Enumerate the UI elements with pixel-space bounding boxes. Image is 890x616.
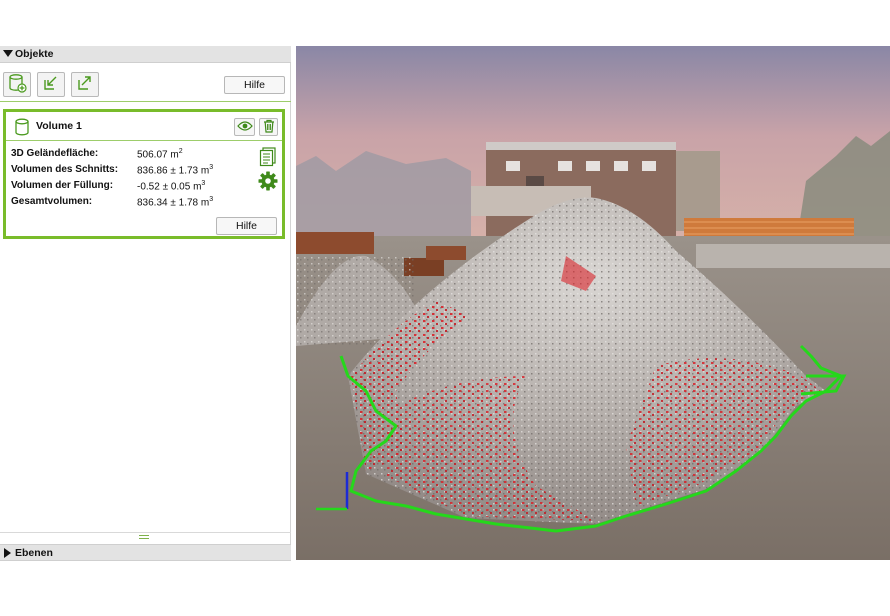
volume-metrics: 3D Geländefläche: 506.07 m2 Volumen des …	[11, 146, 251, 210]
objects-panel-title: Objekte	[15, 48, 54, 60]
add-volume-icon	[7, 73, 27, 96]
metric-label: Gesamtvolumen:	[11, 196, 93, 207]
metric-label: 3D Geländefläche:	[11, 148, 99, 159]
objects-toolbar: Hilfe	[0, 66, 291, 102]
metric-label: Volumen der Füllung:	[11, 180, 114, 191]
toolbar-help-button[interactable]: Hilfe	[224, 76, 285, 94]
import-icon	[42, 74, 60, 95]
trash-icon	[263, 119, 275, 136]
metric-row-cut: Volumen des Schnitts: 836.86 ± 1.73 m3	[11, 162, 251, 178]
collapse-triangle-icon[interactable]	[1, 50, 15, 58]
metric-row-surface: 3D Geländefläche: 506.07 m2	[11, 146, 251, 162]
left-panel: Objekte Hilfe Volume 1 3D Geländefläche:…	[0, 46, 291, 561]
volume-card-header: Volume 1	[6, 112, 282, 141]
point-cloud-scene[interactable]	[296, 46, 890, 560]
metric-value: 836.34 ± 1.78 m3	[137, 196, 214, 209]
panel-splitter[interactable]	[0, 532, 291, 540]
gear-icon[interactable]	[258, 171, 278, 194]
3d-viewport[interactable]	[296, 46, 890, 560]
report-icon[interactable]	[259, 147, 277, 170]
metric-label: Volumen des Schnitts:	[11, 164, 119, 175]
volume-title: Volume 1	[36, 120, 82, 132]
volume-card[interactable]: Volume 1 3D Geländefläche: 506.07 m2 Vol…	[3, 109, 285, 239]
layers-panel-title: Ebenen	[15, 546, 53, 559]
volume-cylinder-icon	[14, 118, 30, 139]
volume-help-button[interactable]: Hilfe	[216, 217, 277, 235]
import-button[interactable]	[37, 72, 65, 97]
objects-panel-header[interactable]: Objekte	[0, 46, 291, 63]
metric-value: -0.52 ± 0.05 m3	[137, 180, 206, 193]
expand-triangle-icon[interactable]	[1, 547, 15, 558]
add-volume-button[interactable]	[3, 72, 31, 97]
app-window: Objekte Hilfe Volume 1 3D Geländefläche:…	[0, 0, 890, 616]
metric-row-fill: Volumen der Füllung: -0.52 ± 0.05 m3	[11, 178, 251, 194]
visibility-toggle-button[interactable]	[234, 118, 255, 136]
eye-icon	[236, 120, 253, 135]
metric-row-total: Gesamtvolumen: 836.34 ± 1.78 m3	[11, 194, 251, 210]
export-button[interactable]	[71, 72, 99, 97]
delete-volume-button[interactable]	[259, 118, 278, 136]
splitter-grip-icon[interactable]	[139, 535, 149, 539]
layers-panel-header[interactable]: Ebenen	[0, 544, 291, 561]
metric-value: 836.86 ± 1.73 m3	[137, 164, 214, 177]
metric-value: 506.07 m2	[137, 148, 183, 161]
export-icon	[76, 74, 94, 95]
